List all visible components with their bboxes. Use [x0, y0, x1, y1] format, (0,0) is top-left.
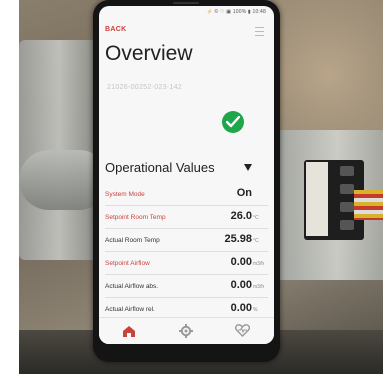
status-ok-icon — [222, 111, 244, 133]
value-label: System Mode — [105, 191, 145, 198]
home-icon[interactable] — [122, 325, 136, 343]
menu-icon[interactable] — [255, 27, 264, 36]
device-serial: 21026-00252-023-142 — [107, 84, 182, 91]
heart-pulse-icon[interactable] — [234, 324, 251, 342]
phone: ⚡ © ♡ ▣ 100% ▮ 10:48 BACK Overview 21026… — [93, 0, 280, 362]
phone-screen: ⚡ © ♡ ▣ 100% ▮ 10:48 BACK Overview 21026… — [99, 6, 274, 344]
terminal-screw — [340, 220, 354, 230]
section-title: Operational Values — [105, 160, 215, 175]
value-label: Setpoint Airflow — [105, 260, 150, 267]
value-number: On — [236, 187, 252, 199]
status-bar: ⚡ © ♡ ▣ 100% ▮ 10:48 — [206, 9, 266, 15]
value-number: 0.00 — [230, 256, 252, 268]
value-number: 26.0 — [230, 210, 252, 222]
value-row: Setpoint Airflow 0.00 m3/h — [105, 252, 268, 275]
value-row: Actual Airflow abs. 0.00 m3/h — [105, 275, 268, 298]
value-unit: % — [253, 307, 258, 313]
value-label: Setpoint Room Temp — [105, 214, 166, 221]
bottom-nav — [99, 317, 274, 344]
value-row: Setpoint Room Temp 26.0 °C — [105, 206, 268, 229]
value-unit: m3/h — [253, 261, 265, 267]
terminal-screw — [340, 184, 354, 194]
value-label: Actual Airflow rel. — [105, 306, 155, 313]
back-button[interactable]: BACK — [105, 26, 126, 33]
terminal-screw — [340, 166, 354, 176]
value-row: Actual Room Temp 25.98 °C — [105, 229, 268, 252]
phone-earpiece — [173, 2, 199, 4]
wires — [354, 190, 383, 220]
value-number: 0.00 — [230, 279, 252, 291]
value-number: 0.00 — [230, 302, 252, 314]
value-unit: m3/h — [253, 284, 265, 290]
value-unit: °C — [253, 238, 259, 244]
gear-icon[interactable] — [179, 324, 193, 343]
value-row: System Mode On — [105, 183, 268, 206]
collapse-arrow-icon[interactable] — [244, 164, 252, 171]
value-label: Actual Airflow abs. — [105, 283, 159, 290]
terminal-screw — [340, 202, 354, 212]
value-number: 25.98 — [224, 233, 252, 245]
page-title: Overview — [105, 42, 193, 65]
value-label: Actual Room Temp — [105, 237, 160, 244]
value-unit: °C — [253, 215, 259, 221]
terminal-label — [306, 162, 328, 236]
